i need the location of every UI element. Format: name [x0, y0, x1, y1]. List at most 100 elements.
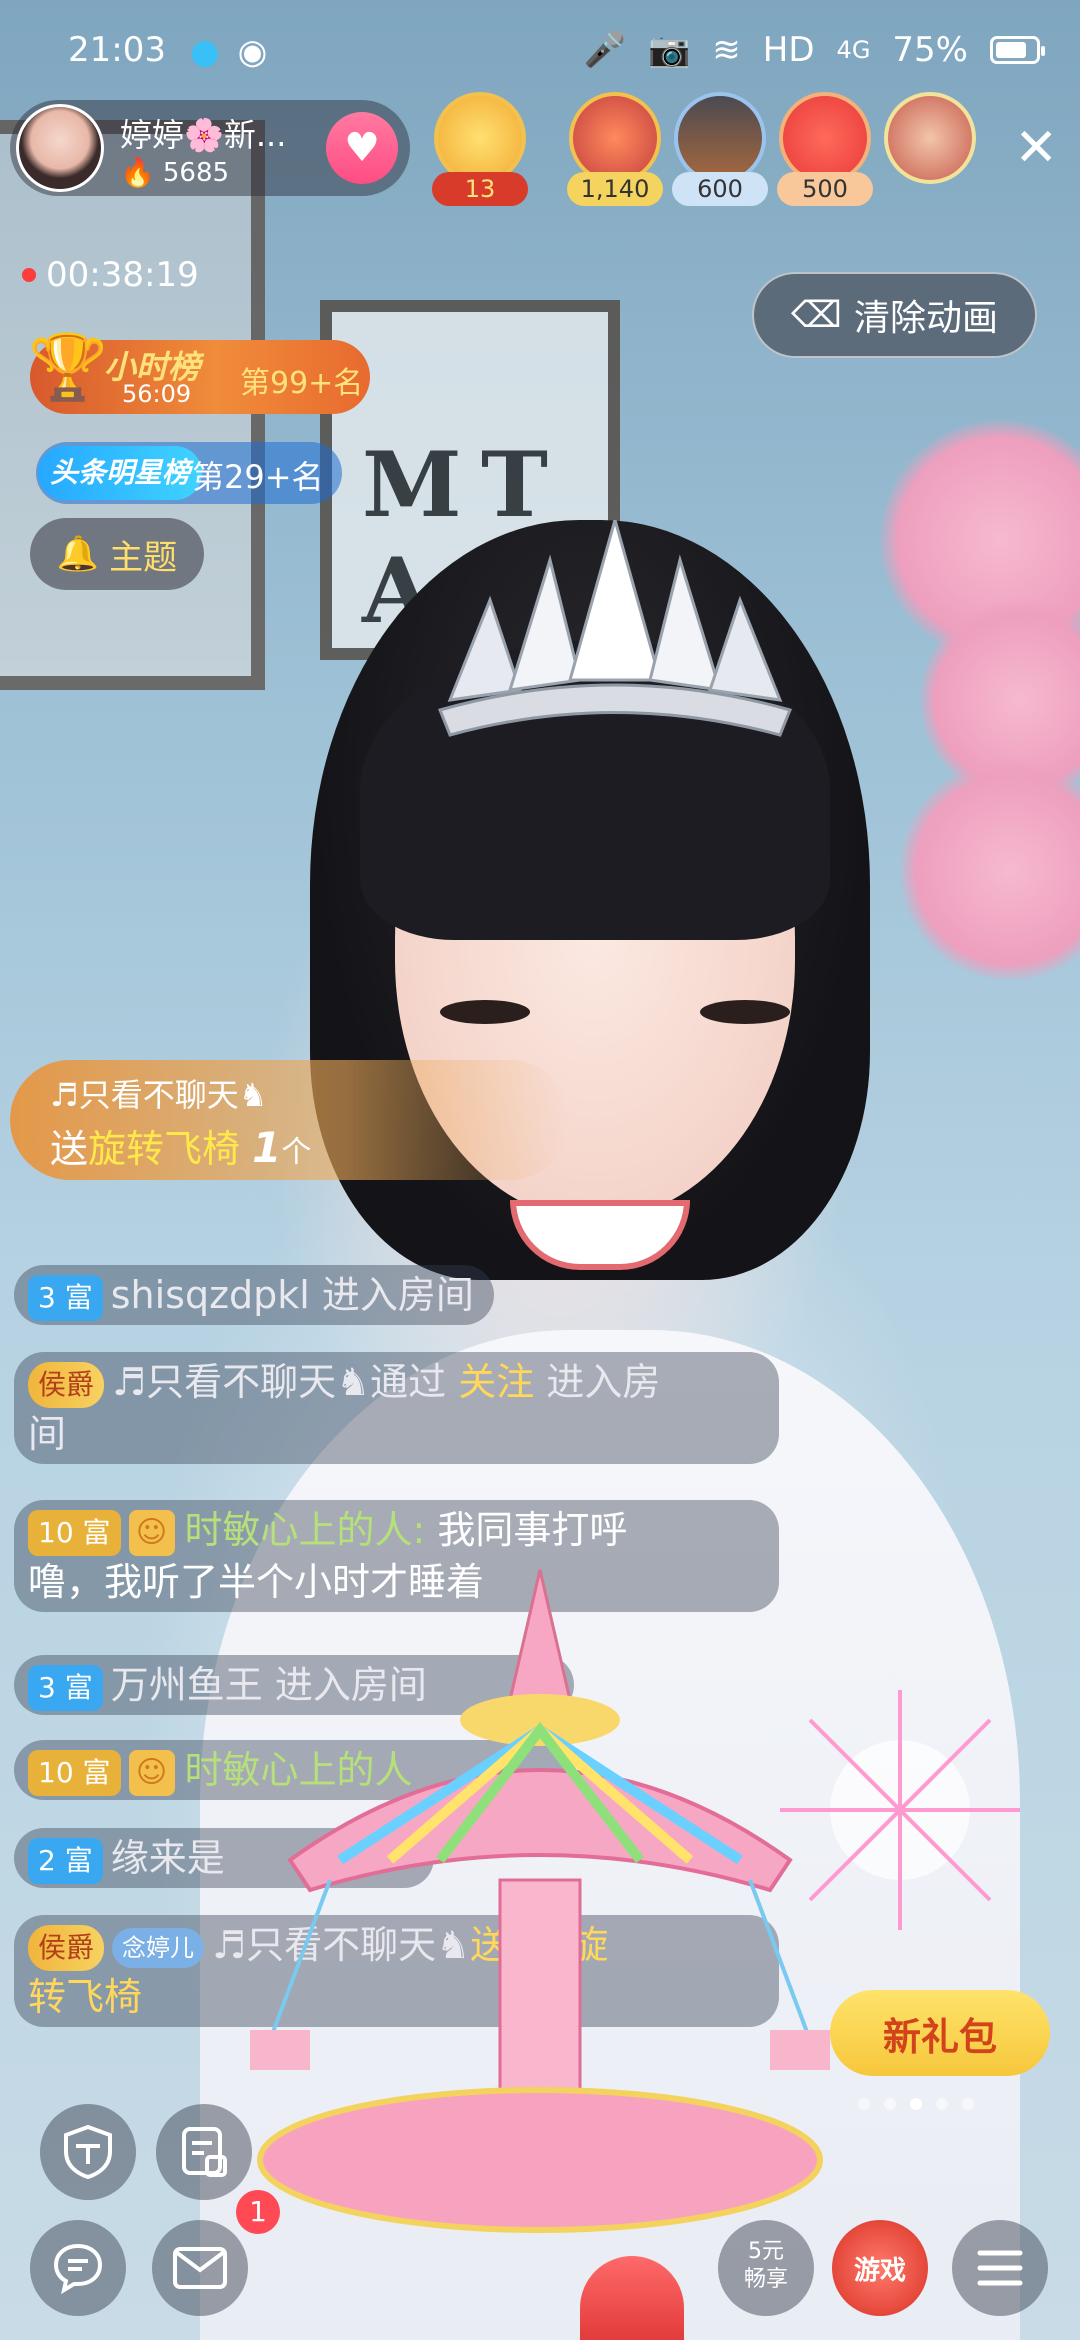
game-label: 游戏: [853, 2255, 906, 2286]
chat-text-cont: 转飞椅: [28, 1975, 143, 2019]
dot: [858, 2098, 870, 2110]
theme-label: 主题: [109, 537, 178, 578]
wealth-level-badge: 10 富: [28, 1749, 121, 1796]
gift-action: 送: [50, 1127, 89, 1171]
wealth-level-badge: 3 富: [28, 1274, 103, 1321]
network-label: HD: [762, 30, 815, 70]
chat-text: 进入房: [534, 1360, 661, 1404]
chat-message[interactable]: 侯爵 ♬只看不聊天♞通过 关注 进入房 间: [14, 1352, 779, 1464]
clear-animation-label: 清除动画: [853, 298, 998, 339]
wealth-level-badge: 3 富: [28, 1664, 103, 1711]
live-timer-text: 00:38:19: [46, 255, 199, 295]
viewer-avatar[interactable]: [880, 92, 980, 212]
star-rank-badge[interactable]: 头条明星榜 第29+名: [36, 442, 342, 504]
viewer-count: 13: [432, 172, 528, 206]
gift-sender: ♬只看不聊天♞: [50, 1076, 268, 1114]
chat-user: 万州鱼王: [110, 1663, 263, 1707]
dot: [936, 2098, 948, 2110]
follow-heart-button[interactable]: ♥: [326, 112, 398, 184]
bell-icon: 🔔: [56, 534, 100, 574]
chat-user: 时敏心上的人:: [184, 1508, 426, 1552]
guard-button[interactable]: [40, 2104, 136, 2200]
user-avatar-icon: ☺: [128, 1509, 175, 1556]
broom-icon: ⌫: [791, 294, 842, 336]
promo-button[interactable]: 5元 畅享: [718, 2220, 814, 2316]
carousel-gift-animation: [250, 1569, 830, 2233]
crown-effect: [437, 520, 793, 737]
viewer-avatar-pic: [674, 92, 766, 184]
envelope-icon: [173, 2247, 227, 2289]
chat-input-button[interactable]: [30, 2220, 126, 2316]
gift-unit: 个: [281, 1135, 312, 1170]
noble-badge: 侯爵: [28, 1924, 105, 1971]
chat-message[interactable]: 3 富 shisqzdpkl 进入房间: [14, 1265, 494, 1325]
fan-club-badge: 念婷儿: [112, 1927, 205, 1968]
noble-badge: 侯爵: [28, 1361, 105, 1408]
user-avatar-icon: ☺: [128, 1749, 175, 1796]
dot: [884, 2098, 896, 2110]
promo-line1: 5元: [748, 2239, 784, 2264]
carousel-dots: [858, 2098, 974, 2110]
wealth-level-badge: 10 富: [28, 1509, 121, 1556]
unread-badge: 1: [236, 2190, 280, 2234]
flame-icon: 🔥: [120, 156, 155, 189]
hour-rank-badge[interactable]: 🏆 小时榜 56:09 第99+名: [28, 331, 370, 414]
clear-animation-button[interactable]: ⌫ 清除动画: [752, 272, 1037, 358]
task-button[interactable]: [156, 2104, 252, 2200]
checklist-icon: [182, 2127, 227, 2177]
menu-button[interactable]: [952, 2220, 1048, 2316]
viewer-avatar[interactable]: 500: [775, 92, 875, 212]
qq-icon: ●: [190, 32, 220, 72]
chat-text-cont: 间: [28, 1412, 67, 1456]
theme-button[interactable]: 🔔 主题: [30, 518, 204, 590]
trophy-icon: 🏆: [28, 331, 108, 405]
eye: [700, 1000, 790, 1024]
dot-active: [910, 2098, 922, 2110]
chat-highlight: 关注: [458, 1360, 535, 1404]
viewer-avatar-guard[interactable]: 13: [430, 92, 530, 212]
chat-text: 我同事打呼: [425, 1508, 628, 1552]
battery-percent: 75%: [892, 30, 968, 70]
viewer-count: 600: [672, 172, 768, 206]
status-time: 21:03: [68, 30, 166, 70]
promo-line2: 畅享: [743, 2267, 788, 2292]
hour-rank-countdown: 56:09: [122, 380, 192, 408]
status-bar: 21:03 ● ◉ 🎤 📷 ≋ HD 4G 75%: [0, 0, 1080, 100]
heart-icon: ♥: [344, 125, 380, 171]
mic-icon: 🎤: [583, 30, 626, 70]
host-name: 婷婷🌸新...: [120, 116, 287, 154]
chat-user: ♬只看不聊天♞通过: [112, 1360, 459, 1404]
chat-user: shisqzdpkl: [110, 1273, 310, 1317]
gift-pack-button[interactable]: 新礼包: [830, 1990, 1050, 2076]
live-timer: 00:38:19: [22, 255, 199, 295]
gift-count: 1: [252, 1123, 282, 1172]
host-avatar[interactable]: [16, 104, 104, 192]
message-button[interactable]: [152, 2220, 248, 2316]
star-rank-label: 头条明星榜: [38, 446, 203, 500]
viewer-avatar[interactable]: 1,140: [565, 92, 665, 212]
shield-icon: [64, 2124, 112, 2180]
signal-label: 4G: [836, 36, 871, 64]
viewer-avatar-pic: [569, 92, 661, 184]
viewer-avatar[interactable]: 600: [670, 92, 770, 212]
host-card[interactable]: 婷婷🌸新... 🔥 5685 ♥: [10, 100, 410, 196]
blossom-decoration: [900, 760, 1080, 980]
chat-user: 缘来是: [110, 1836, 225, 1880]
recording-dot: [22, 268, 36, 282]
chat-text: 进入房间: [309, 1273, 474, 1317]
camera-icon: 📷: [647, 30, 691, 70]
host-fans-count: 5685: [162, 157, 230, 188]
game-button[interactable]: 游戏: [832, 2220, 928, 2316]
hour-rank-position: 第99+名: [240, 366, 364, 401]
wealth-level-badge: 2 富: [28, 1837, 103, 1884]
close-icon[interactable]: ✕: [1014, 118, 1058, 178]
gift-name: 旋转飞椅: [88, 1127, 241, 1171]
viewer-avatar-pic: [779, 92, 871, 184]
sparkle-effect: [780, 1690, 1020, 1930]
battery-icon: [990, 36, 1045, 64]
gift-banner: ♬只看不聊天♞ 送旋转飞椅 1个: [10, 1060, 570, 1180]
viewer-count: 500: [777, 172, 873, 206]
viewer-avatar-pic: [884, 92, 976, 184]
wechat-icon: ◉: [237, 32, 268, 72]
gift-pack-label: 新礼包: [882, 2014, 997, 2059]
